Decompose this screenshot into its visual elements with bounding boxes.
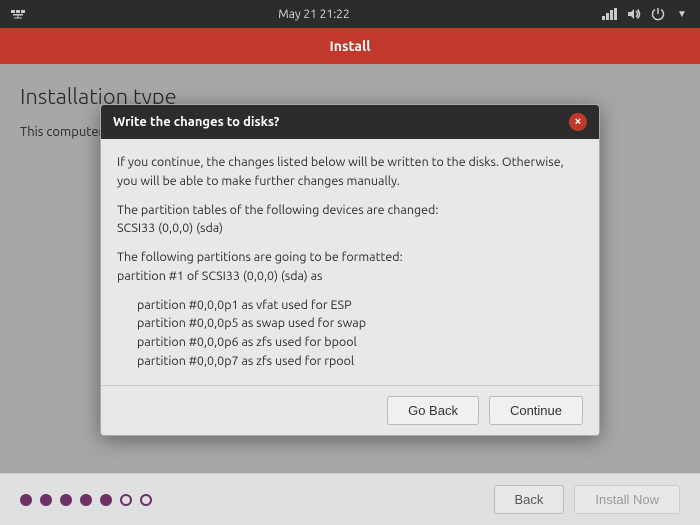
modal-partitions-label: The following partitions are going to be…: [117, 248, 583, 286]
partition-item-4: partition #0,0,0p7 as zfs used for rpool: [137, 352, 583, 371]
dot-6: [120, 494, 132, 506]
datetime-display: May 21 21:22: [278, 8, 349, 21]
modal-overlay: Write the changes to disks? × If you con…: [0, 64, 700, 473]
continue-button[interactable]: Continue: [489, 396, 583, 425]
top-bar-left: [10, 5, 26, 24]
installer-bottom: Back Install Now: [0, 473, 700, 525]
installer-window: Install Installation type This computer …: [0, 28, 700, 525]
go-back-button[interactable]: Go Back: [387, 396, 479, 425]
modal-devices-label: The partition tables of the following de…: [117, 201, 583, 239]
power-icon[interactable]: [650, 6, 666, 22]
network-status-icon: [602, 6, 618, 22]
top-bar-right: ▼: [602, 6, 690, 22]
installer-title: Install: [330, 38, 371, 54]
install-now-button[interactable]: Install Now: [574, 485, 680, 514]
modal-footer: Go Back Continue: [101, 385, 599, 435]
dot-4: [80, 494, 92, 506]
bottom-buttons: Back Install Now: [494, 485, 680, 514]
dot-2: [40, 494, 52, 506]
modal-close-button[interactable]: ×: [569, 113, 587, 131]
dialog-write-changes: Write the changes to disks? × If you con…: [100, 104, 600, 436]
network-icon: [10, 5, 26, 21]
modal-partition-list: partition #0,0,0p1 as vfat used for ESP …: [137, 296, 583, 371]
installer-content: Installation type This computer currentl…: [0, 64, 700, 473]
dot-5: [100, 494, 112, 506]
partition-item-2: partition #0,0,0p5 as swap used for swap: [137, 314, 583, 333]
dot-7: [140, 494, 152, 506]
partition-item-1: partition #0,0,0p1 as vfat used for ESP: [137, 296, 583, 315]
volume-icon[interactable]: [626, 6, 642, 22]
modal-paragraph1: If you continue, the changes listed belo…: [117, 153, 583, 191]
datetime-text: May 21 21:22: [278, 8, 349, 21]
dot-1: [20, 494, 32, 506]
modal-body: If you continue, the changes listed belo…: [101, 139, 599, 385]
dot-3: [60, 494, 72, 506]
chevron-down-icon[interactable]: ▼: [674, 6, 690, 22]
installer-titlebar: Install: [0, 28, 700, 64]
partition-item-3: partition #0,0,0p6 as zfs used for bpool: [137, 333, 583, 352]
modal-title: Write the changes to disks?: [113, 115, 279, 129]
top-bar: May 21 21:22 ▼: [0, 0, 700, 28]
back-button[interactable]: Back: [494, 485, 565, 514]
progress-dots: [20, 494, 152, 506]
modal-header: Write the changes to disks? ×: [101, 105, 599, 139]
